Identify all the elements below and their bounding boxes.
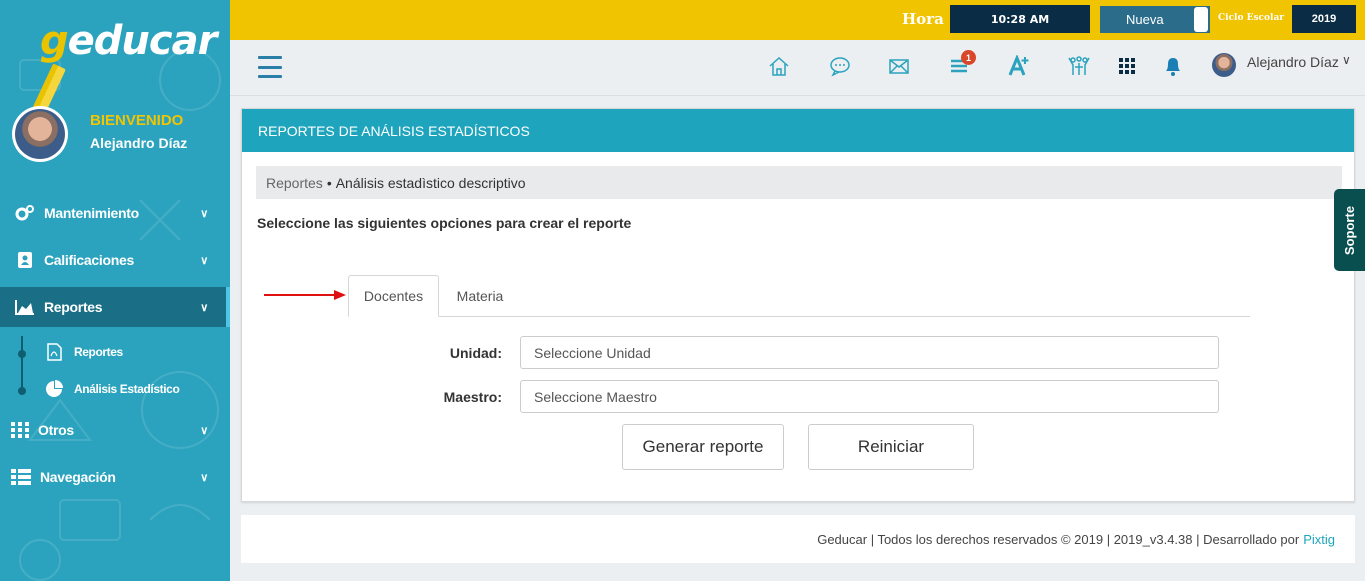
support-tab-label: Soporte (1342, 205, 1357, 255)
report-panel: REPORTES DE ANÁLISIS ESTADÍSTICOS Report… (241, 108, 1355, 502)
grid-dots-icon (10, 421, 32, 439)
sidebar-item-otros[interactable]: Otros ∨ (0, 410, 230, 450)
sidebar-user-name: Alejandro Díaz (90, 135, 188, 151)
sidebar-item-mantenimiento[interactable]: Mantenimiento ∨ (0, 193, 230, 233)
top-bar: Hora 10:28 AM Nueva Ciclo Escolar 2019 (230, 0, 1365, 40)
hamburger-menu-icon[interactable] (258, 56, 282, 78)
breadcrumb-link-reportes[interactable]: Reportes (266, 175, 323, 191)
mail-icon[interactable] (886, 53, 912, 79)
chevron-down-icon: ∨ (200, 424, 208, 437)
support-tab[interactable]: Soporte (1334, 189, 1365, 271)
home-icon[interactable] (766, 53, 792, 79)
footer: Geducar | Todos los derechos reservados … (241, 515, 1355, 563)
reset-button[interactable]: Reiniciar (808, 424, 974, 470)
grade-a-plus-icon[interactable] (1006, 53, 1032, 79)
chevron-down-icon[interactable]: ∨ (1342, 53, 1351, 67)
clock-display: 10:28 AM (950, 5, 1090, 33)
bell-icon[interactable] (1160, 53, 1186, 79)
ciclo-escolar-label: Ciclo Escolar (1218, 13, 1285, 23)
notification-badge: 1 (961, 50, 976, 65)
user-avatar (12, 106, 68, 162)
apps-grid-icon[interactable] (1114, 53, 1140, 79)
contact-book-icon (14, 251, 36, 269)
footer-text: Geducar | Todos los derechos reservados … (817, 531, 1300, 547)
chevron-down-icon: ∨ (200, 471, 208, 484)
sidebar-subitem-analisis-estadistico[interactable]: Análisis Estadístico (44, 380, 180, 398)
sidebar-item-calificaciones[interactable]: Calificaciones ∨ (0, 240, 230, 280)
ciclo-escolar-value[interactable]: 2019 (1292, 5, 1356, 33)
toggle-knob[interactable] (1194, 7, 1208, 32)
area-chart-icon (14, 298, 36, 316)
students-icon[interactable] (1066, 53, 1092, 79)
sidebar-subitem-reportes[interactable]: Reportes (44, 343, 123, 361)
submenu-line (21, 336, 23, 392)
nueva-toggle[interactable]: Nueva (1100, 6, 1210, 33)
geducar-logo[interactable]: geducar (32, 18, 230, 115)
avatar-photo (15, 109, 65, 159)
pdf-file-icon (44, 343, 64, 361)
generate-report-button[interactable]: Generar reporte (622, 424, 784, 470)
breadcrumb-current: Análisis estadìstico descriptivo (335, 174, 526, 191)
sidebar-item-label: Mantenimiento (44, 205, 139, 221)
maestro-label: Maestro: (443, 389, 502, 405)
panel-title: REPORTES DE ANÁLISIS ESTADÍSTICOS (242, 109, 1354, 152)
chevron-down-icon: ∨ (200, 207, 208, 220)
instructions-text: Seleccione las siguientes opciones para … (257, 215, 632, 231)
pie-chart-icon (44, 380, 64, 398)
list-icon (10, 468, 32, 486)
welcome-text: BIENVENIDO (90, 112, 184, 129)
header-user-name[interactable]: Alejandro Díaz (1247, 54, 1339, 70)
notifications-list-icon[interactable]: 1 (946, 50, 976, 79)
tab-docentes[interactable]: Docentes (348, 275, 439, 317)
sidebar-subitem-label: Análisis Estadístico (74, 382, 180, 396)
chevron-down-icon: ∨ (200, 301, 208, 314)
logo-text: educar (67, 18, 218, 64)
breadcrumb-separator: • (326, 174, 332, 191)
sidebar-item-reportes[interactable]: Reportes ∨ (0, 287, 230, 327)
breadcrumb: Reportes • Análisis estadìstico descript… (256, 166, 1342, 199)
footer-link-pixtig[interactable]: Pixtig (1303, 532, 1335, 547)
sidebar-item-label: Navegación (40, 469, 116, 485)
sidebar-subitem-label: Reportes (74, 345, 123, 359)
unidad-select[interactable]: Seleccione Unidad (520, 336, 1219, 369)
submenu-dot (18, 387, 26, 395)
logo-letter-g: g (40, 18, 69, 64)
sidebar: geducar BIENVENIDO Alejandro Díaz Manten… (0, 0, 230, 581)
tab-materia[interactable]: Materia (442, 275, 518, 317)
chevron-down-icon: ∨ (200, 254, 208, 267)
hora-label: Hora (902, 10, 944, 28)
submenu-dot (18, 350, 26, 358)
maestro-select[interactable]: Seleccione Maestro (520, 380, 1219, 413)
header-avatar[interactable] (1212, 53, 1236, 77)
gears-icon (14, 204, 36, 222)
unidad-label: Unidad: (449, 345, 502, 361)
red-arrow-icon (264, 290, 346, 300)
sidebar-item-label: Reportes (44, 299, 103, 315)
sidebar-item-label: Calificaciones (44, 252, 134, 268)
chat-icon[interactable] (827, 53, 853, 79)
sidebar-item-navegacion[interactable]: Navegación ∨ (0, 457, 230, 497)
sidebar-item-label: Otros (38, 422, 74, 438)
nueva-label: Nueva (1126, 12, 1164, 27)
main-header: 1 Alejandro Díaz ∨ (230, 40, 1365, 96)
